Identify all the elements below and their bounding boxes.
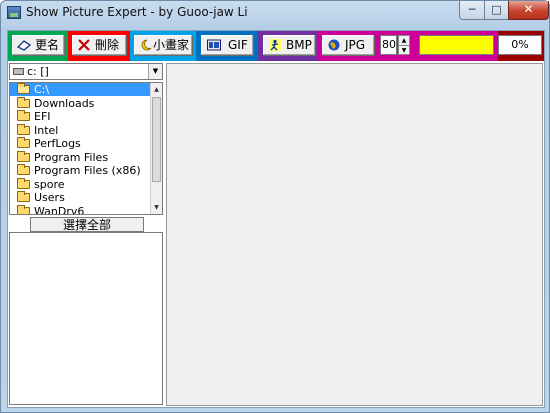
directory-item[interactable]: Intel <box>10 123 150 137</box>
quality-spinner[interactable]: ▲ ▼ <box>398 35 410 55</box>
directory-label: spore <box>34 177 65 191</box>
directory-scrollbar[interactable]: ▲ ▼ <box>150 83 162 214</box>
directory-item[interactable]: C:\ <box>10 83 150 96</box>
folder-icon <box>17 150 30 162</box>
directory-label: EFI <box>34 110 51 123</box>
scroll-thumb[interactable] <box>152 97 161 182</box>
chevron-down-icon[interactable]: ▼ <box>148 64 162 79</box>
picture-preview-area <box>166 63 543 406</box>
progress-indicator: 0% <box>498 35 542 55</box>
directory-label: Downloads <box>34 96 95 110</box>
bmp-figure-icon <box>269 39 281 51</box>
folder-icon <box>17 164 30 175</box>
drive-select[interactable]: c: [] ▼ <box>9 63 163 80</box>
spin-up-icon[interactable]: ▲ <box>399 36 409 45</box>
window-title: Show Picture Expert - by Guoo-jaw Li <box>26 5 248 19</box>
close-button[interactable]: ✕ <box>508 1 549 20</box>
gif-button[interactable]: GIF <box>201 35 253 55</box>
directory-item[interactable]: Users <box>10 191 150 204</box>
directory-item[interactable]: WanDrv6 <box>10 204 150 215</box>
app-window: Show Picture Expert - by Guoo-jaw Li ─ □… <box>0 0 550 413</box>
jpg-label: JPG <box>345 38 366 52</box>
select-all-button[interactable]: 選擇全部 <box>30 217 144 232</box>
directory-item[interactable]: Downloads <box>10 96 150 110</box>
folder-icon <box>17 96 30 108</box>
scroll-down-icon[interactable]: ▼ <box>151 202 162 213</box>
maximize-button[interactable]: □ <box>484 1 509 20</box>
folder-icon <box>17 204 30 214</box>
jpg-button[interactable]: JPG <box>322 35 374 55</box>
gif-label: GIF <box>228 38 248 52</box>
directory-item[interactable]: Program Files (x86) <box>10 164 150 177</box>
folder-icon <box>17 123 30 135</box>
minimize-button[interactable]: ─ <box>459 1 485 20</box>
paint-label: 小畫家 <box>153 38 190 52</box>
bmp-label: BMP <box>286 38 312 52</box>
directory-item[interactable]: Program Files <box>10 150 150 164</box>
app-picture-icon <box>7 6 21 19</box>
directory-label: PerfLogs <box>34 137 81 150</box>
eraser-icon <box>17 40 31 51</box>
directory-list[interactable]: C:\ Downloads EFI Intel PerfLogs Program… <box>9 82 163 215</box>
delete-x-icon <box>78 39 90 51</box>
bmp-button[interactable]: BMP <box>263 35 315 55</box>
directory-label: Users <box>34 191 65 204</box>
drive-label: c: [] <box>27 65 49 78</box>
directory-item[interactable]: EFI <box>10 110 150 123</box>
directory-label: WanDrv6 <box>34 204 85 215</box>
directory-label: C:\ <box>34 83 50 96</box>
rename-button[interactable]: 更名 <box>12 35 64 55</box>
folder-icon <box>17 177 30 189</box>
paint-moon-icon <box>141 39 152 51</box>
directory-label: Program Files <box>34 150 109 164</box>
folder-icon <box>17 137 30 148</box>
folder-icon <box>17 110 30 121</box>
directory-label: Program Files (x86) <box>34 164 141 177</box>
toolbar: 更名 刪除 小畫家 GIF BMP JPG 80 ▲ ▼ 0% <box>8 31 544 61</box>
file-list[interactable] <box>9 232 163 405</box>
client-area: 更名 刪除 小畫家 GIF BMP JPG 80 ▲ ▼ 0% c: [] ▼ … <box>7 30 545 408</box>
directory-item[interactable]: PerfLogs <box>10 137 150 150</box>
title-bar[interactable]: Show Picture Expert - by Guoo-jaw Li ─ □… <box>1 1 549 25</box>
gif-image-icon <box>207 39 221 51</box>
folder-icon <box>17 191 30 202</box>
delete-label: 刪除 <box>95 38 120 52</box>
delete-button[interactable]: 刪除 <box>72 35 126 55</box>
quality-input[interactable]: 80 <box>380 35 397 55</box>
spin-down-icon[interactable]: ▼ <box>399 45 409 54</box>
jpg-globe-icon <box>328 39 340 51</box>
directory-label: Intel <box>34 123 59 137</box>
color-indicator <box>419 35 494 55</box>
paint-button[interactable]: 小畫家 <box>134 35 192 55</box>
directory-item[interactable]: spore <box>10 177 150 191</box>
rename-label: 更名 <box>35 38 60 52</box>
scroll-up-icon[interactable]: ▲ <box>151 84 162 95</box>
hard-drive-icon <box>13 68 24 75</box>
open-folder-icon <box>17 83 30 94</box>
